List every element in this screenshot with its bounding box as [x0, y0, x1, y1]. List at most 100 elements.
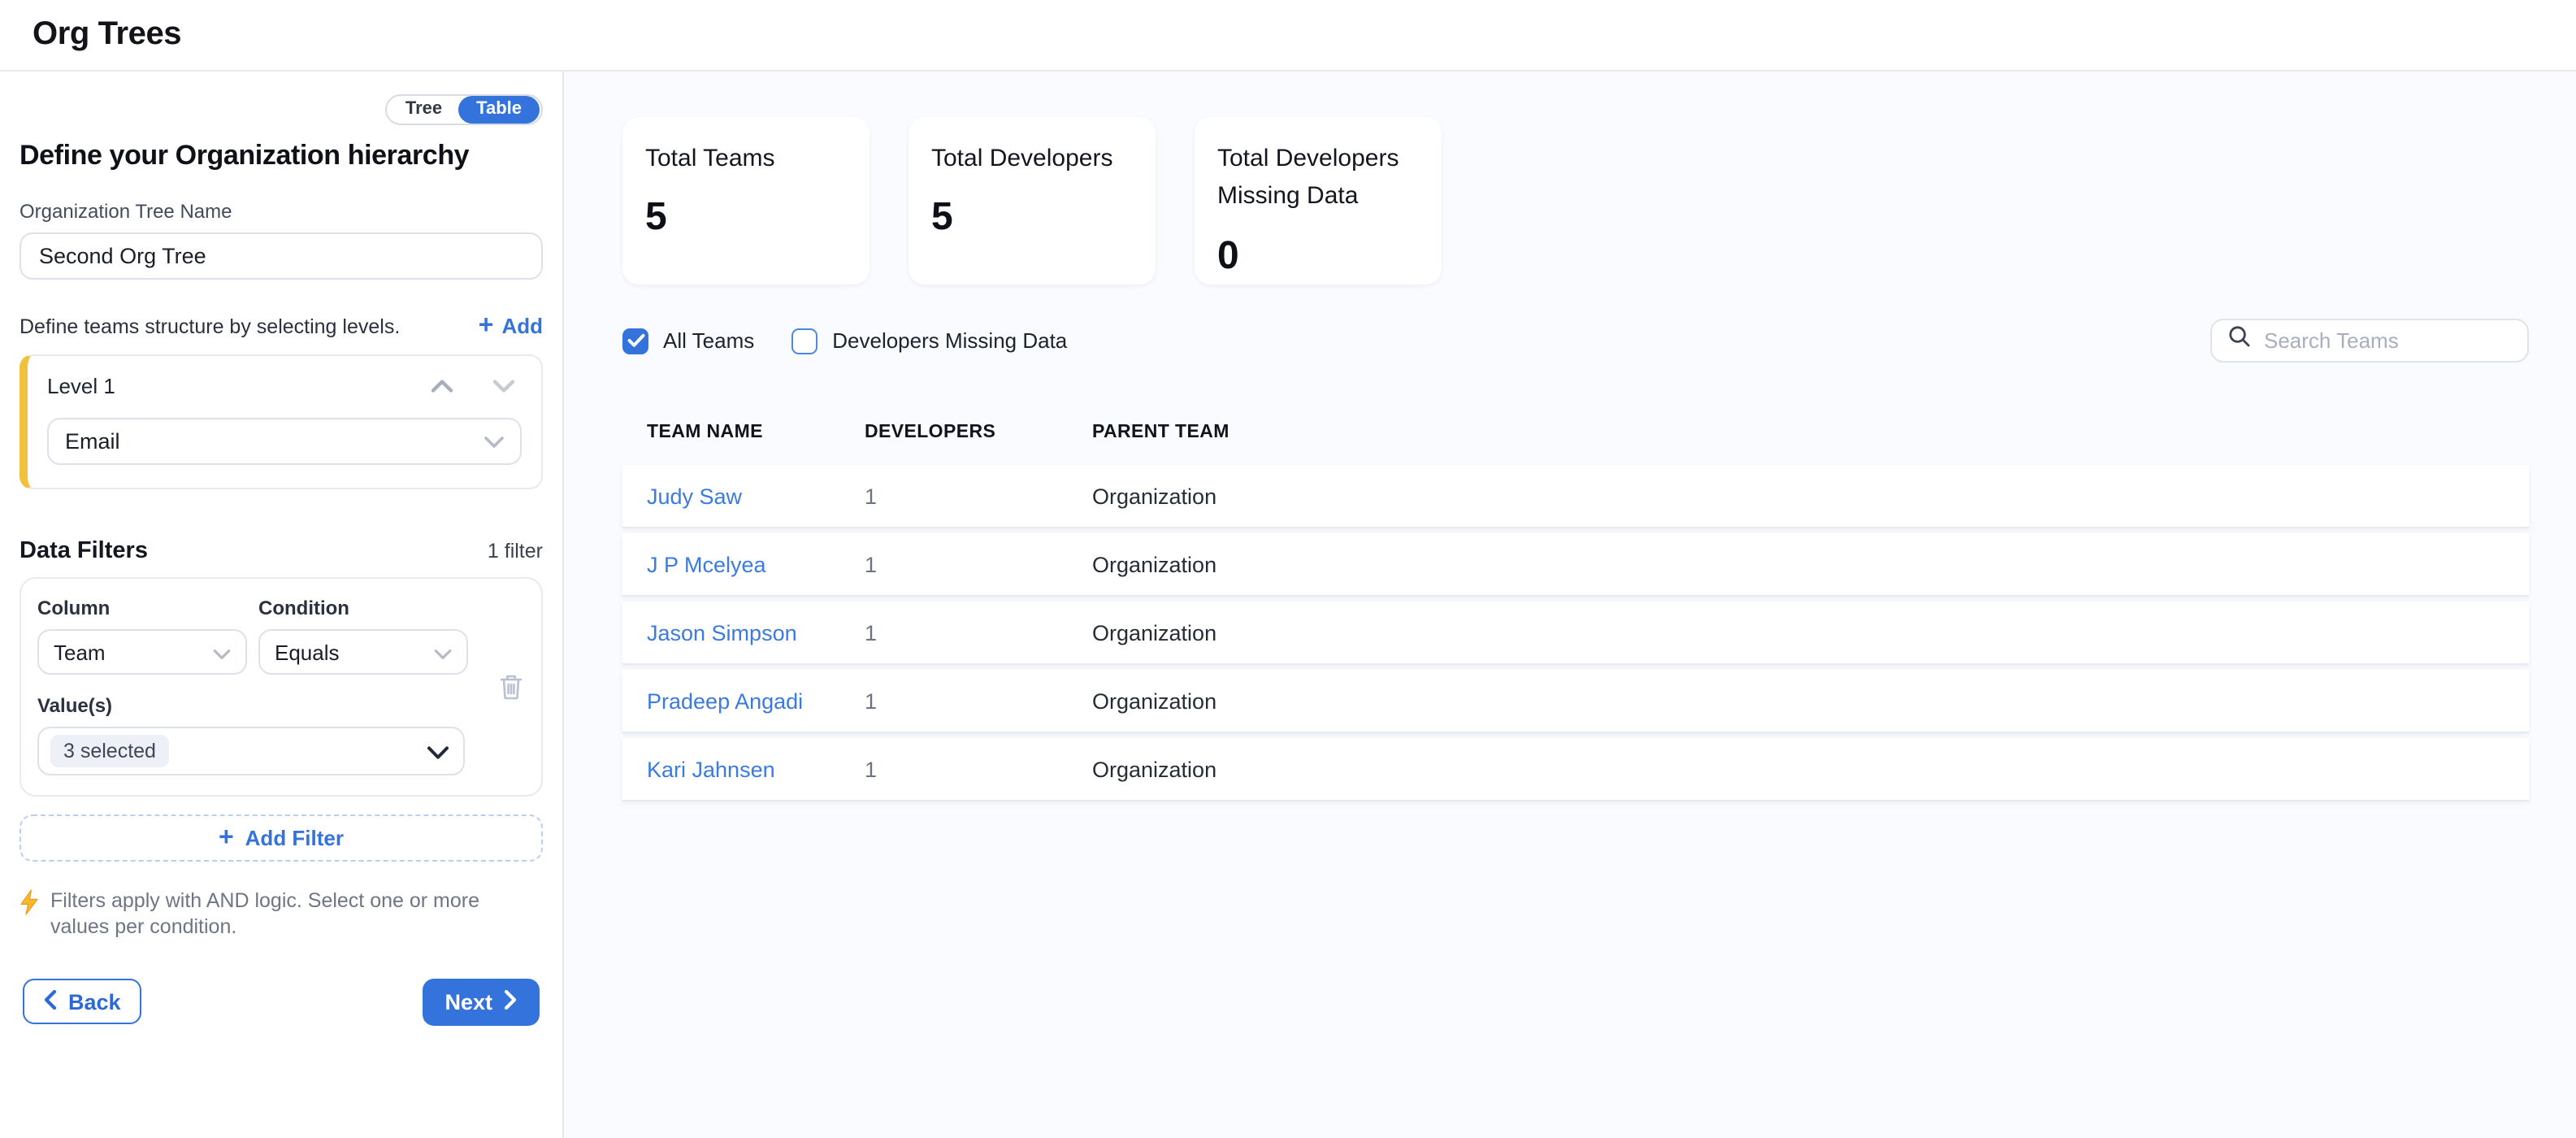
sidebar: Tree Table Define your Organization hier… — [0, 72, 564, 1138]
developers-count: 1 — [840, 620, 1068, 645]
checkbox-label: Developers Missing Data — [832, 328, 1067, 353]
stat-value: 5 — [931, 196, 1133, 241]
table-filter-bar: All Teams Developers Missing Data — [622, 319, 2529, 363]
filter-column-label: Column — [37, 597, 247, 619]
column-header-developers: DEVELOPERS — [840, 423, 1068, 442]
filter-column-value: Team — [54, 640, 106, 664]
filter-column-select[interactable]: Team — [37, 629, 247, 675]
checked-checkbox — [622, 328, 648, 354]
table-row: J P Mcelyea 1 Organization — [622, 533, 2529, 595]
levels-instruction: Define teams structure by selecting leve… — [20, 315, 400, 337]
add-level-label: Add — [501, 314, 543, 338]
level-field-value: Email — [65, 429, 120, 454]
search-teams-box — [2210, 319, 2529, 363]
search-teams-input[interactable] — [2264, 328, 2511, 353]
view-toggle-tree[interactable]: Tree — [389, 98, 458, 122]
team-name-link[interactable]: Pradeep Angadi — [622, 688, 840, 713]
main-panel: Total Teams 5 Total Developers 5 Total D… — [564, 72, 2576, 1138]
level-card-header: Level 1 — [47, 374, 522, 398]
filters-note-row: Filters apply with AND logic. Select one… — [20, 888, 543, 940]
teams-table: TEAM NAME DEVELOPERS PARENT TEAM Judy Sa… — [622, 423, 2529, 800]
parent-team: Organization — [1068, 688, 2529, 713]
chevron-up-icon — [431, 374, 453, 398]
delete-filter-button[interactable] — [496, 670, 527, 709]
parent-team: Organization — [1068, 620, 2529, 645]
developers-count: 1 — [840, 552, 1068, 576]
lightning-bolt-icon — [20, 888, 39, 940]
back-button[interactable]: Back — [23, 979, 142, 1024]
add-level-button[interactable]: + Add — [479, 314, 543, 338]
parent-team: Organization — [1068, 757, 2529, 781]
table-row: Kari Jahnsen 1 Organization — [622, 738, 2529, 800]
stat-label: Total Developers Missing Data — [1217, 140, 1419, 215]
tree-name-input[interactable] — [20, 232, 543, 280]
table-body: Judy Saw 1 Organization J P Mcelyea 1 Or… — [622, 465, 2529, 800]
data-filters-title: Data Filters — [20, 538, 148, 564]
plus-icon: + — [219, 828, 234, 848]
filter-card-grid: Column Team Condition Equals — [37, 597, 525, 675]
add-filter-label: Add Filter — [245, 826, 344, 850]
checkbox-developers-missing-data[interactable]: Developers Missing Data — [791, 328, 1067, 354]
org-trees-app: Org Trees Tree Table Define your Organiz… — [0, 0, 2576, 1138]
team-name-link[interactable]: Kari Jahnsen — [622, 757, 840, 781]
table-row: Pradeep Angadi 1 Organization — [622, 670, 2529, 732]
developers-count: 1 — [840, 757, 1068, 781]
move-level-up-button[interactable] — [431, 374, 453, 398]
chevron-left-icon — [44, 989, 57, 1014]
filters-note-text: Filters apply with AND logic. Select one… — [50, 888, 514, 940]
developers-count: 1 — [840, 688, 1068, 713]
parent-team: Organization — [1068, 484, 2529, 508]
sidebar-heading: Define your Organization hierarchy — [20, 140, 543, 172]
filter-count-badge: 1 filter — [488, 540, 543, 562]
checkbox-label: All Teams — [663, 328, 754, 353]
chevron-down-icon — [484, 429, 504, 454]
checkbox-all-teams[interactable]: All Teams — [622, 328, 754, 354]
stat-value: 5 — [645, 196, 847, 241]
column-header-team-name: TEAM NAME — [622, 423, 840, 442]
filter-condition-select[interactable]: Equals — [258, 629, 468, 675]
team-name-link[interactable]: Jason Simpson — [622, 620, 840, 645]
stat-value: 0 — [1217, 233, 1419, 279]
stat-label: Total Developers — [931, 140, 1133, 178]
stat-card-developers-missing-data: Total Developers Missing Data 0 — [1195, 117, 1442, 284]
developers-count: 1 — [840, 484, 1068, 508]
chevron-down-icon — [434, 640, 452, 664]
table-row: Jason Simpson 1 Organization — [622, 602, 2529, 663]
level-field-select[interactable]: Email — [47, 418, 522, 465]
page-title: Org Trees — [33, 16, 181, 54]
view-toggle: Tree Table — [386, 94, 543, 125]
filter-values-select[interactable]: 3 selected — [37, 727, 465, 775]
chevron-right-icon — [504, 989, 517, 1014]
table-row: Judy Saw 1 Organization — [622, 465, 2529, 527]
level-reorder-controls — [431, 374, 515, 398]
next-label: Next — [445, 989, 492, 1014]
filter-values-label: Value(s) — [37, 694, 525, 717]
add-filter-button[interactable]: + Add Filter — [20, 814, 543, 862]
filter-card: Column Team Condition Equals — [20, 577, 543, 797]
wizard-actions: Back Next — [20, 978, 543, 1025]
data-filters-header-row: Data Filters 1 filter — [20, 538, 543, 564]
view-toggle-table[interactable]: Table — [458, 96, 540, 124]
level-card: Level 1 — [20, 354, 543, 489]
stat-card-total-teams: Total Teams 5 — [622, 117, 870, 284]
trash-icon — [499, 681, 523, 706]
tree-name-label: Organization Tree Name — [20, 200, 543, 223]
column-header-parent-team: PARENT TEAM — [1068, 423, 2529, 442]
search-icon — [2228, 325, 2251, 356]
chevron-down-icon — [492, 374, 515, 398]
team-name-link[interactable]: Judy Saw — [622, 484, 840, 508]
chevron-down-icon — [213, 640, 231, 664]
team-name-link[interactable]: J P Mcelyea — [622, 552, 840, 576]
stat-card-total-developers: Total Developers 5 — [909, 117, 1156, 284]
plus-icon: + — [479, 316, 494, 336]
unchecked-checkbox — [791, 328, 817, 354]
move-level-down-button[interactable] — [492, 374, 515, 398]
app-header: Org Trees — [0, 0, 2576, 72]
stat-label: Total Teams — [645, 140, 847, 178]
filter-condition-value: Equals — [275, 640, 340, 664]
table-header-row: TEAM NAME DEVELOPERS PARENT TEAM — [622, 423, 2529, 442]
checkmark-icon — [627, 326, 644, 355]
selected-values-chip: 3 selected — [50, 735, 169, 767]
next-button[interactable]: Next — [422, 978, 540, 1025]
back-label: Back — [68, 989, 121, 1014]
